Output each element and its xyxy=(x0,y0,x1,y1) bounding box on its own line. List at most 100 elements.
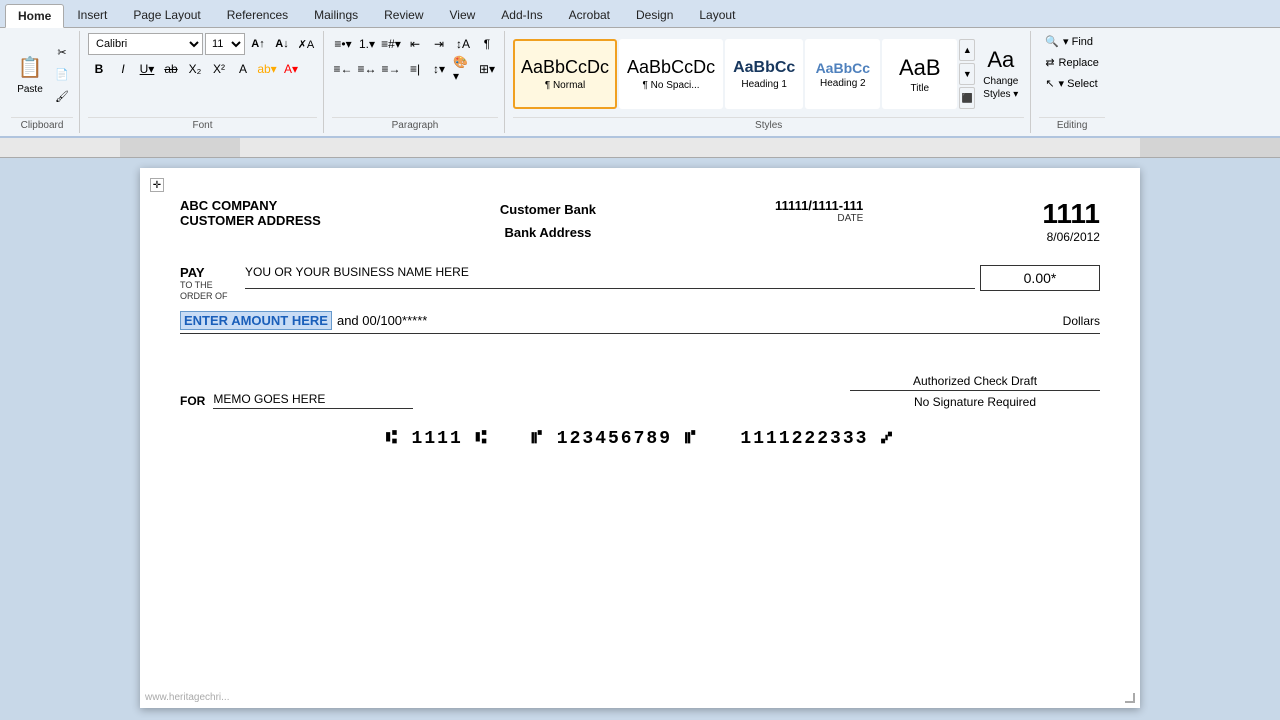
decrease-font-button[interactable]: A↓ xyxy=(271,34,293,54)
strikethrough-button[interactable]: ab xyxy=(160,58,182,80)
tab-acrobat[interactable]: Acrobat xyxy=(556,3,623,27)
text-highlight-button[interactable]: ab▾ xyxy=(256,58,278,80)
style-normal-label: ¶ Normal xyxy=(545,80,585,91)
select-icon: ↖ xyxy=(1045,77,1054,90)
replace-button[interactable]: ⇄ Replace xyxy=(1039,54,1105,71)
cut-button[interactable]: ✂ xyxy=(51,42,73,62)
line-spacing-button[interactable]: ↕▾ xyxy=(428,58,450,80)
styles-scroll-down-button[interactable]: ▼ xyxy=(959,63,975,85)
editing-content: 🔍 ▾ Find ⇄ Replace ↖ ▾ Select xyxy=(1039,33,1105,115)
paragraph-group: ≡•▾ 1.▾ ≡#▾ ⇤ ⇥ ↕A ¶ ≡← ≡↔ ≡→ ≡| ↕▾ 🎨▾ ⊞… xyxy=(326,31,505,133)
style-h2-label: Heading 2 xyxy=(820,78,866,89)
tab-references[interactable]: References xyxy=(214,3,301,27)
bank-name: Customer Bank xyxy=(500,198,596,221)
copy-button[interactable]: 📄 xyxy=(51,64,73,84)
tab-mailings[interactable]: Mailings xyxy=(301,3,371,27)
tab-review[interactable]: Review xyxy=(371,3,436,27)
style-heading2-button[interactable]: AaBbCc Heading 2 xyxy=(805,39,880,109)
font-size-select[interactable]: 11 xyxy=(205,33,245,55)
increase-font-button[interactable]: A↑ xyxy=(247,34,269,54)
find-button[interactable]: 🔍 ▾ Find xyxy=(1039,33,1099,50)
justify-button[interactable]: ≡| xyxy=(404,58,426,80)
font-color-button[interactable]: A▾ xyxy=(280,58,302,80)
tab-layout[interactable]: Layout xyxy=(686,3,748,27)
company-name: ABC COMPANY xyxy=(180,198,321,213)
font-family-select[interactable]: Calibri xyxy=(88,33,203,55)
clipboard-label: Clipboard xyxy=(11,117,73,131)
subscript-button[interactable]: X₂ xyxy=(184,58,206,80)
multilevel-button[interactable]: ≡#▾ xyxy=(380,33,402,55)
show-paragraph-button[interactable]: ¶ xyxy=(476,33,498,55)
clipboard-group: 📋 Paste ✂ 📄 🖌 Clipboard xyxy=(5,31,80,133)
ruler-svg xyxy=(120,138,1280,158)
style-heading1-button[interactable]: AaBbCc Heading 1 xyxy=(725,39,803,109)
table-move-handle[interactable]: ✛ xyxy=(150,178,164,192)
company-info: ABC COMPANY CUSTOMER ADDRESS xyxy=(180,198,321,228)
format-painter-button[interactable]: 🖌 xyxy=(51,86,73,106)
editing-group: 🔍 ▾ Find ⇄ Replace ↖ ▾ Select Editing xyxy=(1033,31,1111,133)
sort-button[interactable]: ↕A xyxy=(452,33,474,55)
increase-indent-button[interactable]: ⇥ xyxy=(428,33,450,55)
para-top-row: ≡•▾ 1.▾ ≡#▾ ⇤ ⇥ ↕A ¶ xyxy=(332,33,498,55)
paste-icon: 📋 xyxy=(16,54,44,82)
style-title-button[interactable]: AaB Title xyxy=(882,39,957,109)
shading-button[interactable]: 🎨▾ xyxy=(452,58,474,80)
font-bottom-row: B I U▾ ab X₂ X² A ab▾ A▾ xyxy=(88,58,302,80)
decrease-indent-button[interactable]: ⇤ xyxy=(404,33,426,55)
memo-signature-section: FOR MEMO GOES HERE Authorized Check Draf… xyxy=(180,374,1100,409)
watermark: www.heritagechri... xyxy=(145,692,229,703)
payee-line: YOU OR YOUR BUSINESS NAME HERE xyxy=(245,265,975,289)
para-bottom-row: ≡← ≡↔ ≡→ ≡| ↕▾ 🎨▾ ⊞▾ xyxy=(332,58,498,80)
tab-add-ins[interactable]: Add-Ins xyxy=(488,3,555,27)
micr-line: ⑆ 1111 ⑆ ⑈ 123456789 ⑈ 1111222333 ⑇ xyxy=(180,429,1100,449)
authorized-section: Authorized Check Draft No Signature Requ… xyxy=(850,374,1100,409)
bullets-button[interactable]: ≡•▾ xyxy=(332,33,354,55)
styles-scroll-up-button[interactable]: ▲ xyxy=(959,39,975,61)
ruler xyxy=(0,138,1280,158)
to-the-order-label: TO THEORDER OF xyxy=(180,280,240,303)
check-number-area: 11111/1111-111 DATE xyxy=(775,198,863,224)
tab-insert[interactable]: Insert xyxy=(64,3,120,27)
select-button[interactable]: ↖ ▾ Select xyxy=(1039,75,1103,92)
select-label: ▾ Select xyxy=(1059,77,1098,90)
tab-view[interactable]: View xyxy=(437,3,489,27)
style-normal-button[interactable]: AaBbCcDc ¶ Normal xyxy=(513,39,617,109)
italic-button[interactable]: I xyxy=(112,58,134,80)
check-number: 1111 xyxy=(1042,198,1100,230)
authorized-line1: Authorized Check Draft xyxy=(850,374,1100,388)
style-nospace-button[interactable]: AaBbCcDc ¶ No Spaci... xyxy=(619,39,723,109)
tab-design[interactable]: Design xyxy=(623,3,686,27)
style-nospace-preview: AaBbCcDc xyxy=(627,57,715,78)
tab-page-layout[interactable]: Page Layout xyxy=(120,3,213,27)
authorized-line2: No Signature Required xyxy=(850,390,1100,409)
editing-label: Editing xyxy=(1039,117,1105,131)
align-right-button[interactable]: ≡→ xyxy=(380,58,402,80)
style-normal-preview: AaBbCcDc xyxy=(521,57,609,78)
ribbon: 📋 Paste ✂ 📄 🖌 Clipboard Calibri 11 A↑ A↓ xyxy=(0,28,1280,138)
change-styles-icon: Aa xyxy=(987,47,1014,73)
check-page: ✛ ABC COMPANY CUSTOMER ADDRESS Customer … xyxy=(140,168,1140,708)
resize-handle[interactable] xyxy=(1125,693,1135,703)
style-nospace-label: ¶ No Spaci... xyxy=(643,80,700,91)
micr-routing: ⑈ 123456789 ⑈ xyxy=(531,429,697,449)
paste-button[interactable]: 📋 Paste xyxy=(11,51,49,98)
align-center-button[interactable]: ≡↔ xyxy=(356,58,378,80)
for-label: FOR xyxy=(180,394,205,408)
bold-button[interactable]: B xyxy=(88,58,110,80)
paragraph-label: Paragraph xyxy=(332,117,498,131)
change-styles-label: ChangeStyles ▾ xyxy=(983,75,1018,101)
clear-format-button[interactable]: ✗A xyxy=(295,34,317,54)
tab-home[interactable]: Home xyxy=(5,4,64,28)
numbering-button[interactable]: 1.▾ xyxy=(356,33,378,55)
underline-button[interactable]: U▾ xyxy=(136,58,158,80)
superscript-button[interactable]: X² xyxy=(208,58,230,80)
document-area: ✛ ABC COMPANY CUSTOMER ADDRESS Customer … xyxy=(0,158,1280,718)
text-effects-button[interactable]: A xyxy=(232,58,254,80)
ribbon-tabs: Home Insert Page Layout References Maili… xyxy=(0,0,1280,28)
styles-expand-button[interactable]: ⬛ xyxy=(959,87,975,109)
styles-group: AaBbCcDc ¶ Normal AaBbCcDc ¶ No Spaci...… xyxy=(507,31,1031,133)
style-title-label: Title xyxy=(911,83,930,94)
borders-button[interactable]: ⊞▾ xyxy=(476,58,498,80)
align-left-button[interactable]: ≡← xyxy=(332,58,354,80)
change-styles-button[interactable]: Aa ChangeStyles ▾ xyxy=(977,43,1024,105)
